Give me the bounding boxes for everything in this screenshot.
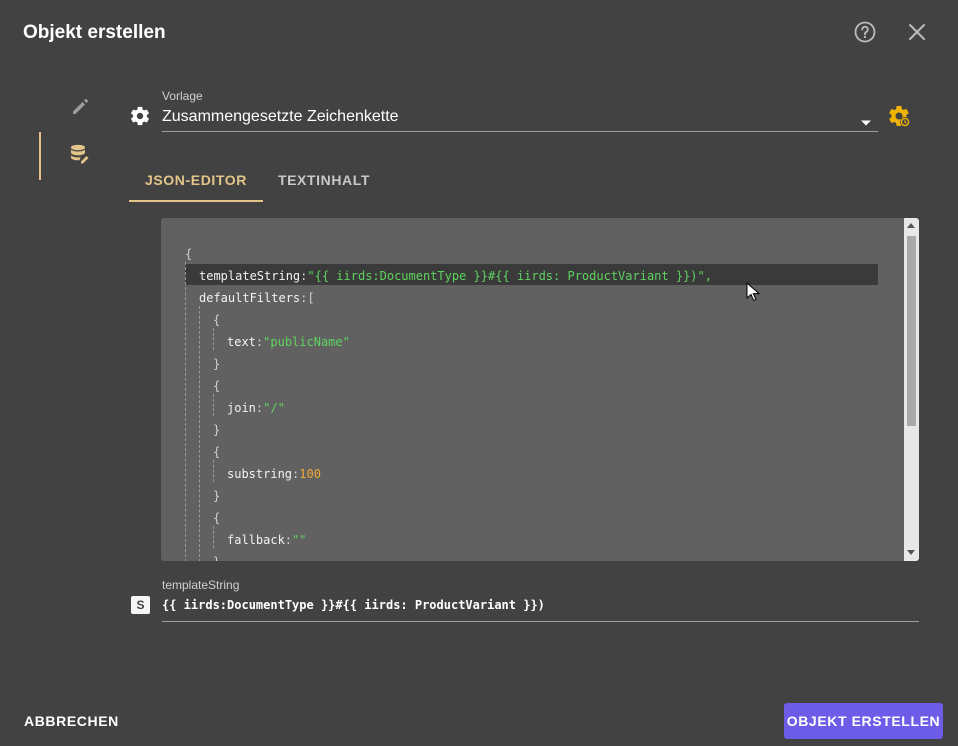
gear-icon [129, 105, 151, 132]
json-editor[interactable]: { templateString:"{{ iirds:DocumentType … [161, 218, 919, 561]
tab-active-indicator [129, 200, 263, 202]
tab-textinhalt[interactable]: TEXTINHALT [263, 158, 385, 202]
code-line: text:"publicName" [227, 335, 350, 349]
vorlage-select[interactable]: Zusammengesetzte Zeichenkette [162, 108, 399, 126]
code-line: } [213, 551, 220, 561]
indent-guide [213, 526, 214, 548]
scrollbar-thumb[interactable] [907, 236, 916, 426]
mouse-cursor-icon [746, 281, 761, 307]
template-string-label: templateString [162, 578, 240, 592]
indent-guide [213, 328, 214, 350]
code-line: defaultFilters:[ [199, 291, 315, 305]
code-area[interactable]: { templateString:"{{ iirds:DocumentType … [161, 218, 906, 561]
code-line: { [185, 247, 193, 261]
indent-guide [213, 394, 214, 416]
gear-settings-icon[interactable] [887, 104, 911, 133]
pencil-icon [70, 96, 90, 121]
indent-guide [213, 460, 214, 482]
database-edit-icon [69, 143, 91, 170]
close-icon[interactable] [905, 20, 929, 44]
sidebar-item-edit[interactable] [40, 84, 120, 132]
dialog-title: Objekt erstellen [23, 22, 166, 43]
code-line: join:"/" [227, 401, 285, 415]
sidebar-item-data[interactable] [40, 132, 120, 180]
template-string-field[interactable]: {{ iirds:DocumentType }}#{{ iirds: Produ… [162, 598, 545, 612]
vorlage-label: Vorlage [162, 89, 203, 103]
editor-scrollbar[interactable] [904, 218, 919, 561]
caret-down-icon[interactable] [860, 114, 872, 132]
code-line: fallback:"" [227, 533, 307, 547]
indent-guide [199, 306, 200, 561]
help-icon[interactable] [853, 20, 877, 44]
code-line: { [213, 379, 221, 393]
code-line: } [213, 489, 221, 503]
scroll-up-arrow-icon[interactable] [907, 223, 915, 228]
indent-guide [185, 262, 186, 561]
code-line: { [213, 313, 221, 327]
code-line: { [213, 511, 221, 525]
code-line: { [213, 445, 221, 459]
code-line: substring:100 [227, 467, 321, 481]
string-type-icon: S [131, 596, 150, 614]
create-object-button[interactable]: OBJEKT ERSTELLEN [784, 703, 943, 739]
cancel-button[interactable]: ABBRECHEN [16, 703, 127, 739]
code-line: } [213, 357, 221, 371]
code-line: templateString:"{{ iirds:DocumentType }}… [199, 269, 712, 283]
tab-json-editor[interactable]: JSON-EDITOR [129, 158, 263, 202]
template-string-underline [162, 621, 919, 622]
vorlage-underline [162, 131, 878, 132]
scroll-down-arrow-icon[interactable] [907, 550, 915, 555]
code-line: } [213, 423, 221, 437]
